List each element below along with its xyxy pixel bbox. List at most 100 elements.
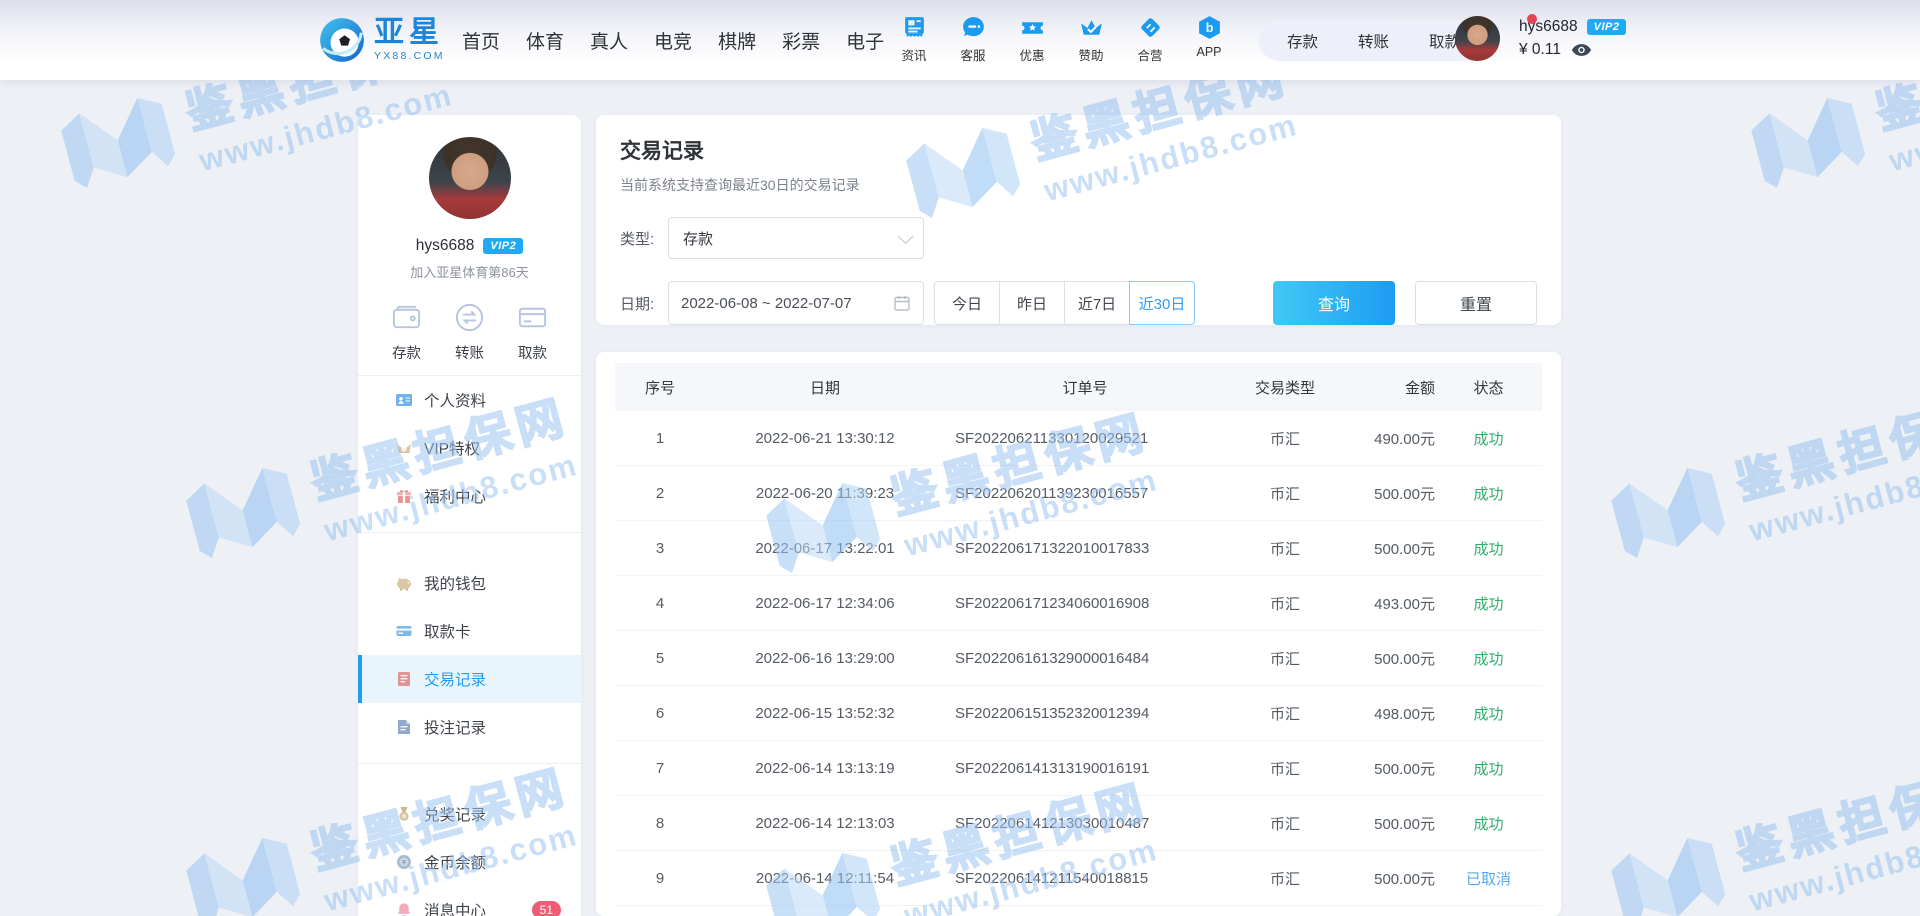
pill-item-存款[interactable]: 存款 xyxy=(1287,30,1318,52)
range-button-近7日[interactable]: 近7日 xyxy=(1064,281,1130,325)
unread-badge: 51 xyxy=(532,901,561,916)
topbar-item-promo[interactable]: 优惠 xyxy=(1015,14,1049,64)
user-avatar[interactable] xyxy=(1455,16,1500,61)
range-button-昨日[interactable]: 昨日 xyxy=(999,281,1065,325)
cell-order-no: SF202206171234060016908 xyxy=(945,595,1225,612)
sidebar-item-vip[interactable]: VIP特权 xyxy=(358,424,581,472)
cell-date: 2022-06-14 13:13:19 xyxy=(705,760,945,777)
cell-amount: 493.00元 xyxy=(1345,593,1435,614)
search-button[interactable]: 查询 xyxy=(1273,281,1395,325)
sidebar-item-messages[interactable]: 消息中心 51 xyxy=(358,886,581,916)
cell-status: 成功 xyxy=(1435,648,1542,669)
sidebar-action-withdraw[interactable]: 取款 xyxy=(516,301,549,363)
cell-amount: 500.00元 xyxy=(1345,648,1435,669)
cell-index: 3 xyxy=(615,540,705,557)
range-button-今日[interactable]: 今日 xyxy=(934,281,1000,325)
sidebar-action-transfer[interactable]: 转账 xyxy=(453,301,486,363)
date-range-group: 今日昨日近7日近30日 xyxy=(934,281,1195,325)
news-icon xyxy=(901,14,928,41)
join-days-text: 加入亚星体育第86天 xyxy=(358,262,581,281)
topbar-item-service[interactable]: 客服 xyxy=(956,14,990,64)
site-logo[interactable]: 亚星 YX88.COM xyxy=(318,16,445,64)
cell-index: 7 xyxy=(615,760,705,777)
profile-icon xyxy=(395,391,413,409)
topbar-item-partner[interactable]: 合营 xyxy=(1133,14,1167,64)
sidebar-item-bets[interactable]: 投注记录 xyxy=(358,703,581,751)
sidebar-item-wallet[interactable]: 我的钱包 xyxy=(358,559,581,607)
table-body: 1 2022-06-21 13:30:12 SF2022062113301200… xyxy=(615,411,1542,906)
cell-index: 5 xyxy=(615,650,705,667)
pill-item-转账[interactable]: 转账 xyxy=(1358,30,1389,52)
table-row: 9 2022-06-14 12:11:54 SF2022061412115400… xyxy=(615,851,1542,906)
promo-icon xyxy=(1019,14,1046,41)
cell-type: 币汇 xyxy=(1225,868,1345,889)
eye-icon[interactable] xyxy=(1571,43,1592,57)
topbar-item-news[interactable]: 资讯 xyxy=(897,14,931,64)
cell-status: 成功 xyxy=(1435,538,1542,559)
cell-order-no: SF202206171322010017833 xyxy=(945,540,1225,557)
cell-date: 2022-06-17 13:22:01 xyxy=(705,540,945,557)
topbar-item-app[interactable]: b APP xyxy=(1192,14,1226,64)
topbar-item-sponsor[interactable]: 赞助 xyxy=(1074,14,1108,64)
cell-amount: 500.00元 xyxy=(1345,483,1435,504)
sidebar-action-label: 取款 xyxy=(518,342,547,363)
sidebar-avatar[interactable] xyxy=(429,137,511,219)
table-row: 6 2022-06-15 13:52:32 SF2022061513523200… xyxy=(615,686,1542,741)
type-select[interactable]: 存款 xyxy=(668,217,924,259)
sidebar-item-redeem[interactable]: 兑奖记录 xyxy=(358,790,581,838)
coins-icon xyxy=(395,853,413,871)
nav-item-首页[interactable]: 首页 xyxy=(462,27,500,54)
cell-amount: 500.00元 xyxy=(1345,758,1435,779)
nav-item-真人[interactable]: 真人 xyxy=(590,27,628,54)
cell-type: 币汇 xyxy=(1225,648,1345,669)
table-header: 序号日期订单号交易类型金额状态 xyxy=(615,363,1542,411)
service-icon xyxy=(960,14,987,41)
cell-index: 6 xyxy=(615,705,705,722)
cell-date: 2022-06-16 13:29:00 xyxy=(705,650,945,667)
nav-item-电子[interactable]: 电子 xyxy=(846,27,884,54)
sidebar-action-label: 存款 xyxy=(392,342,421,363)
nav-item-体育[interactable]: 体育 xyxy=(526,27,564,54)
sidebar-item-card[interactable]: 取款卡 xyxy=(358,607,581,655)
sidebar-item-transactions[interactable]: 交易记录 xyxy=(358,655,581,703)
date-range-input[interactable]: 2022-06-08 ~ 2022-07-07 xyxy=(668,281,924,325)
cell-type: 币汇 xyxy=(1225,538,1345,559)
reset-button[interactable]: 重置 xyxy=(1415,281,1537,325)
cell-date: 2022-06-15 13:52:32 xyxy=(705,705,945,722)
nav-item-棋牌[interactable]: 棋牌 xyxy=(718,27,756,54)
type-label: 类型: xyxy=(620,228,668,249)
cell-status: 成功 xyxy=(1435,813,1542,834)
sidebar-action-deposit[interactable]: 存款 xyxy=(390,301,423,363)
balance: ¥ 0.11 xyxy=(1519,41,1561,59)
table-row: 8 2022-06-14 12:13:03 SF2022061412130300… xyxy=(615,796,1542,851)
cell-status: 成功 xyxy=(1435,483,1542,504)
topbar-item-label: 合营 xyxy=(1137,45,1162,64)
page-root: 亚星 YX88.COM 首页体育真人电竞棋牌彩票电子 资讯 客服 优惠 赞助 合… xyxy=(0,0,1920,916)
cell-amount: 500.00元 xyxy=(1345,868,1435,889)
cell-type: 币汇 xyxy=(1225,483,1345,504)
nav-item-电竞[interactable]: 电竞 xyxy=(654,27,692,54)
cell-date: 2022-06-17 12:34:06 xyxy=(705,595,945,612)
table-row: 5 2022-06-16 13:29:00 SF2022061613290000… xyxy=(615,631,1542,686)
column-header-交易类型: 交易类型 xyxy=(1225,377,1345,398)
topbar-item-label: 资讯 xyxy=(901,45,926,64)
withdraw-icon xyxy=(516,301,549,334)
sidebar-item-label: 个人资料 xyxy=(424,389,486,411)
cell-order-no: SF202206201139230016557 xyxy=(945,485,1225,502)
sidebar-item-label: 交易记录 xyxy=(424,668,486,690)
cell-amount: 498.00元 xyxy=(1345,703,1435,724)
range-button-近30日[interactable]: 近30日 xyxy=(1129,281,1195,325)
page-title: 交易记录 xyxy=(620,135,1537,165)
cell-index: 8 xyxy=(615,815,705,832)
sidebar-item-profile[interactable]: 个人资料 xyxy=(358,376,581,424)
sidebar-item-coins[interactable]: 金币余额 xyxy=(358,838,581,886)
cell-amount: 490.00元 xyxy=(1345,428,1435,449)
nav-item-彩票[interactable]: 彩票 xyxy=(782,27,820,54)
wallet-icon xyxy=(395,574,413,592)
filter-card: 交易记录 当前系统支持查询最近30日的交易记录 类型: 存款 日期: 2022-… xyxy=(596,115,1561,325)
sidebar-item-welfare[interactable]: 福利中心 xyxy=(358,472,581,520)
table-row: 2 2022-06-20 11:39:23 SF2022062011392300… xyxy=(615,466,1542,521)
cell-index: 9 xyxy=(615,870,705,887)
cell-index: 1 xyxy=(615,430,705,447)
topbar-item-label: APP xyxy=(1196,45,1221,59)
